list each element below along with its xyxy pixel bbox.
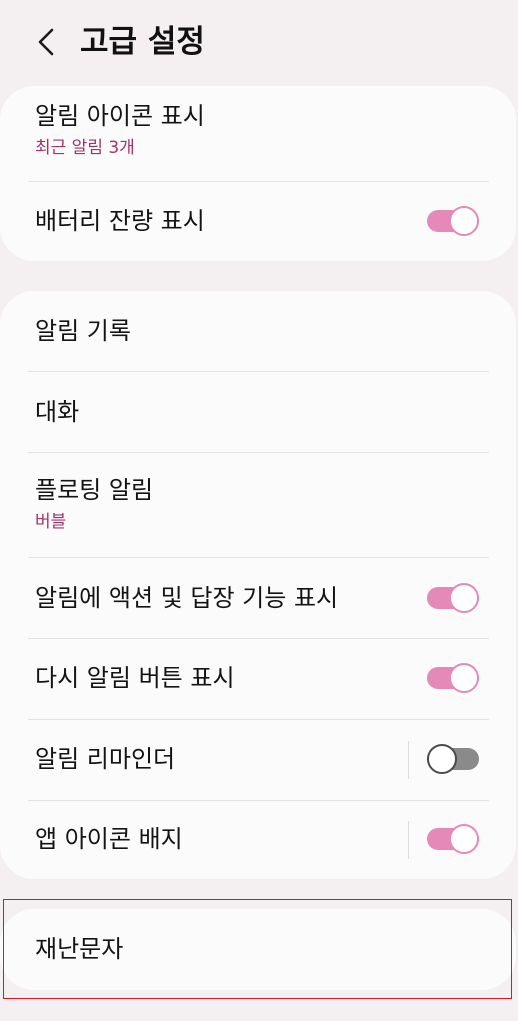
toggle-knob <box>449 206 479 236</box>
toggle-knob <box>449 663 479 693</box>
chevron-left-icon <box>38 28 54 56</box>
notification-history-title: 알림 기록 <box>35 317 131 345</box>
battery-percentage-title: 배터리 잔량 표시 <box>35 207 205 235</box>
snooze-button-title: 다시 알림 버튼 표시 <box>35 664 235 692</box>
notification-icons-subtitle: 최근 알림 3개 <box>35 138 135 158</box>
page-title: 고급 설정 <box>80 24 205 60</box>
vertical-separator <box>408 741 409 779</box>
app-icon-badges-row[interactable]: 앱 아이콘 배지 <box>0 801 516 879</box>
card-display: 알림 아이콘 표시 최근 알림 3개 배터리 잔량 표시 <box>0 86 516 261</box>
back-button[interactable] <box>26 22 66 62</box>
suggest-actions-row[interactable]: 알림에 액션 및 답장 기능 표시 <box>0 558 516 638</box>
floating-notifications-row[interactable]: 플로팅 알림 버블 <box>0 453 516 557</box>
toggle-knob <box>427 744 457 774</box>
notification-icons-title: 알림 아이콘 표시 <box>35 102 205 130</box>
battery-percentage-toggle[interactable] <box>427 206 479 236</box>
notification-history-row[interactable]: 알림 기록 <box>0 291 516 371</box>
suggest-actions-toggle[interactable] <box>427 583 479 613</box>
header: 고급 설정 <box>0 0 518 84</box>
card-notifications: 알림 기록 대화 플로팅 알림 버블 알림에 액션 및 답장 기능 표시 다시 … <box>0 291 516 879</box>
floating-notifications-title: 플로팅 알림 <box>35 476 154 504</box>
snooze-button-row[interactable]: 다시 알림 버튼 표시 <box>0 639 516 719</box>
battery-percentage-row[interactable]: 배터리 잔량 표시 <box>0 182 516 261</box>
conversations-row[interactable]: 대화 <box>0 372 516 452</box>
snooze-button-toggle[interactable] <box>427 663 479 693</box>
toggle-knob <box>449 583 479 613</box>
reminders-toggle[interactable] <box>427 744 479 774</box>
floating-notifications-subtitle: 버블 <box>35 512 67 532</box>
reminders-row[interactable]: 알림 리마인더 <box>0 720 516 800</box>
reminders-title: 알림 리마인더 <box>35 745 176 773</box>
app-icon-badges-toggle[interactable] <box>427 824 479 854</box>
vertical-separator <box>408 821 409 859</box>
toggle-knob <box>449 824 479 854</box>
conversations-title: 대화 <box>35 398 80 426</box>
highlight-box <box>3 899 512 999</box>
notification-icons-row[interactable]: 알림 아이콘 표시 최근 알림 3개 <box>0 86 516 182</box>
suggest-actions-title: 알림에 액션 및 답장 기능 표시 <box>35 584 339 612</box>
app-icon-badges-title: 앱 아이콘 배지 <box>35 825 183 853</box>
